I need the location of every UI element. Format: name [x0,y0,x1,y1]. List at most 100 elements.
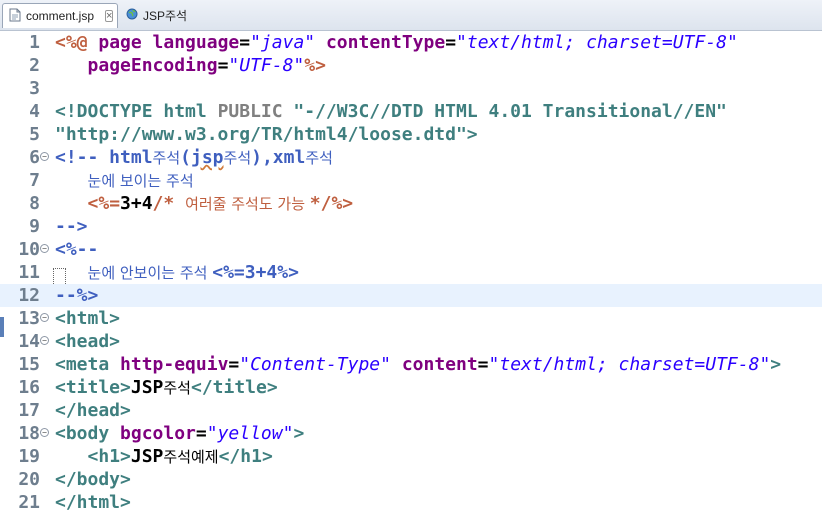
code-token: </title> [190,377,278,398]
code-token: bgcolor [120,423,196,444]
code-token: </body> [55,469,131,490]
code-token: 주석 [223,149,252,167]
code-token: "http://www.w3.org/TR/html4/loose.dtd"> [55,124,478,145]
code-token: <body [55,423,121,444]
code-editor[interactable]: 1 <%@ page language="java" contentType="t… [0,31,822,519]
code-line[interactable]: 6− <!-- html주석(jsp주석),xml주석 [0,146,822,169]
code-text: <%-- [55,238,98,261]
code-line[interactable]: 10− <%-- [0,238,822,261]
tab-jsp-browser[interactable]: JSP주석 [120,3,202,28]
jsp-file-icon [9,8,21,25]
code-token: contentType [325,32,446,53]
code-token: http-equiv [120,354,229,375]
line-number: 7 [29,170,40,191]
line-number: 13 [18,308,40,329]
fold-toggle-icon[interactable]: − [40,152,49,161]
code-line[interactable]: 1 <%@ page language="java" contentType="t… [0,31,822,54]
tab-comment-jsp[interactable]: comment.jsp × [2,3,118,28]
code-token: <%= [87,193,121,214]
code-token: </html> [55,492,131,513]
code-token: <!DOCTYPE html [55,101,218,122]
fold-toggle-icon[interactable]: − [40,313,49,322]
fold-toggle-icon[interactable]: − [40,244,49,253]
code-line[interactable]: 2 pageEncoding="UTF-8"%> [0,54,822,77]
code-line[interactable]: 16 <title>JSP주석</title> [0,376,822,399]
line-number: 9 [29,216,40,237]
code-token: PUBLIC [217,101,294,122]
line-number: 17 [18,400,40,421]
code-text: </html> [55,491,131,514]
code-line[interactable]: 4 <!DOCTYPE html PUBLIC "-//W3C//DTD HTML… [0,100,822,123]
code-line[interactable]: 19 <h1>JSP주석예제</h1> [0,445,822,468]
code-text: --> [55,215,88,238]
code-line[interactable]: 11 눈에 안보이는 주석 <%=3+4%> [0,261,822,284]
code-token: <%@ [55,32,99,53]
line-number: 18 [18,423,40,444]
tab-label: comment.jsp [26,9,95,23]
line-number: 16 [18,377,40,398]
code-line[interactable]: 15 <meta http-equiv="Content-Type" conten… [0,353,822,376]
code-text: <meta http-equiv="Content-Type" content=… [55,353,781,376]
close-icon[interactable]: × [105,10,114,22]
code-token: jsp [191,147,224,168]
line-number: 20 [18,469,40,490]
code-text: <%@ page language="java" contentType="te… [55,31,738,54]
tab-label: JSP주석 [143,9,188,23]
globe-icon [126,8,138,23]
code-text: 눈에 안보이는 주석 <%=3+4%> [55,261,299,285]
code-token: "Content-Type" [239,354,391,375]
code-line[interactable]: 18− <body bgcolor="yellow"> [0,422,822,445]
code-token: = [239,32,251,53]
code-line[interactable]: 9 --> [0,215,822,238]
code-token: */%> [309,193,354,214]
fold-toggle-icon[interactable]: − [40,428,49,437]
code-line[interactable]: 7 눈에 보이는 주석 [0,169,822,192]
code-text: "http://www.w3.org/TR/html4/loose.dtd"> [55,123,478,146]
code-token: = [217,55,229,76]
code-token: "-//W3C//DTD HTML 4.01 Transitional//EN" [293,101,727,122]
code-line[interactable]: 14− <head> [0,330,822,353]
code-token: <!-- html [55,147,153,168]
code-token: "text/html; charset=UTF-8" [456,32,738,53]
line-number: 19 [18,446,40,467]
code-token: 주석예제 [163,448,219,466]
code-token: ( [180,147,191,168]
code-text: <%=3+4/* 여러줄 주석도 가능 */%> [55,192,354,216]
line-number: 21 [18,492,40,513]
code-token: /* [152,193,186,214]
code-text: <title>JSP주석</title> [55,376,278,400]
code-token: JSP [130,446,164,467]
code-text: <html> [55,307,120,330]
line-number: 2 [29,55,40,76]
code-line[interactable]: 3 [0,77,822,100]
line-number: 5 [29,124,40,145]
line-number: 14 [18,331,40,352]
code-line[interactable]: 13− <html> [0,307,822,330]
code-token: = [195,423,207,444]
code-token: > [770,354,782,375]
code-line[interactable]: 12 --%> [0,284,822,307]
code-token: language [152,32,240,53]
line-number: 4 [29,101,40,122]
code-token: = [477,354,489,375]
code-line[interactable]: 8 <%=3+4/* 여러줄 주석도 가능 */%> [0,192,822,215]
code-line[interactable]: 20 </body> [0,468,822,491]
code-token: "java" [250,32,316,53]
code-line[interactable]: 5 "http://www.w3.org/TR/html4/loose.dtd"> [0,123,822,146]
code-token: = [445,32,457,53]
code-text: </body> [55,468,131,491]
code-line[interactable]: 21 </html> [0,491,822,514]
code-text: <!-- html주석(jsp주석),xml주석 [55,146,333,170]
code-token: 주석 [163,379,191,397]
code-token: > [293,423,305,444]
code-token: 3+4 [120,193,153,214]
line-number: 15 [18,354,40,375]
code-text: <h1>JSP주석예제</h1> [55,445,273,469]
code-line[interactable]: 17 </head> [0,399,822,422]
code-text: <body bgcolor="yellow"> [55,422,304,445]
fold-toggle-icon[interactable]: − [40,336,49,345]
code-token: 주석 [305,149,333,167]
